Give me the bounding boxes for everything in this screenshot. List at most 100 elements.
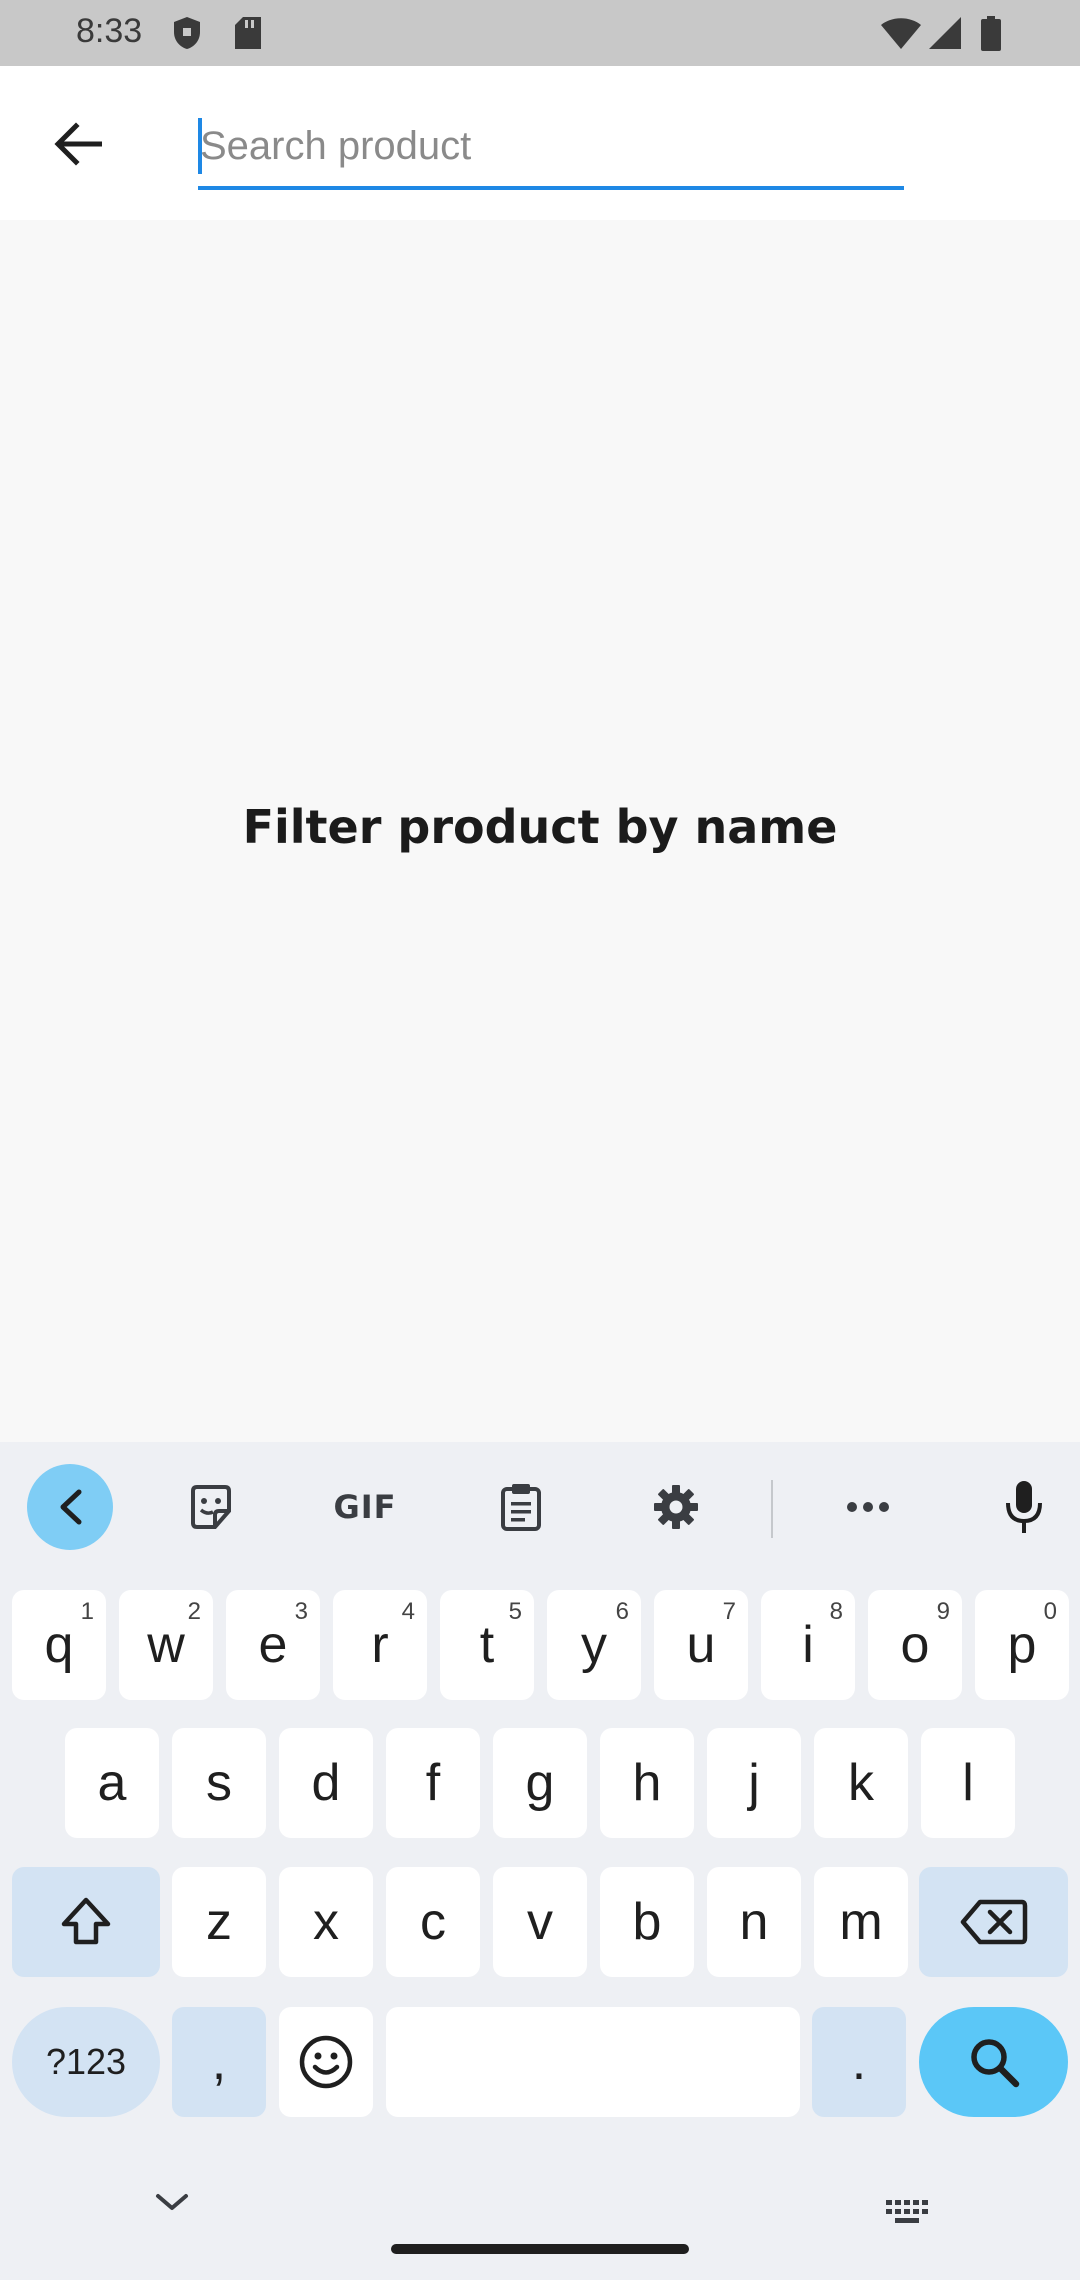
key-label: c — [420, 1893, 446, 1951]
microphone-icon — [1006, 1481, 1042, 1533]
key-label: f — [425, 1754, 441, 1812]
key-q[interactable]: q1 — [12, 1590, 106, 1700]
home-indicator[interactable] — [391, 2244, 689, 2254]
key-label: i — [802, 1616, 814, 1674]
key-label: d — [311, 1754, 341, 1812]
signal-icon — [928, 16, 962, 55]
sticker-button[interactable] — [168, 1464, 254, 1550]
key-u[interactable]: u7 — [654, 1590, 748, 1700]
key-p[interactable]: p0 — [975, 1590, 1069, 1700]
key-h[interactable]: h — [600, 1728, 694, 1838]
key-label: . — [851, 2033, 867, 2091]
key-a[interactable]: a — [65, 1728, 159, 1838]
emoji-key[interactable] — [279, 2007, 373, 2117]
key-d[interactable]: d — [279, 1728, 373, 1838]
space-key[interactable] — [386, 2007, 800, 2117]
key-g[interactable]: g — [493, 1728, 587, 1838]
key-k[interactable]: k — [814, 1728, 908, 1838]
key-label: o — [900, 1616, 930, 1674]
key-hint: 6 — [615, 1598, 629, 1625]
more-options-button[interactable] — [825, 1464, 911, 1550]
wifi-icon — [880, 16, 922, 55]
shield-icon — [172, 16, 202, 55]
voice-input-button[interactable] — [981, 1464, 1067, 1550]
search-key[interactable] — [919, 2007, 1068, 2117]
key-e[interactable]: e3 — [226, 1590, 320, 1700]
symbols-key[interactable]: ?123 — [12, 2007, 160, 2117]
key-label: w — [147, 1616, 185, 1674]
toolbar-divider — [771, 1480, 773, 1538]
key-i[interactable]: i8 — [761, 1590, 855, 1700]
battery-icon — [980, 16, 1002, 57]
key-z[interactable]: z — [172, 1867, 266, 1977]
backspace-key[interactable] — [919, 1867, 1068, 1977]
key-label: g — [525, 1754, 555, 1812]
key-label: a — [97, 1754, 127, 1812]
sticker-icon — [191, 1485, 231, 1529]
key-x[interactable]: x — [279, 1867, 373, 1977]
clipboard-button[interactable] — [478, 1464, 564, 1550]
clipboard-icon — [501, 1484, 541, 1531]
keyboard-collapse-button[interactable] — [27, 1464, 113, 1550]
search-input[interactable] — [198, 106, 904, 186]
key-m[interactable]: m — [814, 1867, 908, 1977]
sd-card-icon — [234, 16, 262, 55]
key-label: j — [748, 1754, 760, 1812]
comma-key[interactable]: , — [172, 2007, 266, 2117]
key-label: z — [206, 1893, 232, 1951]
arrow-back-icon — [54, 122, 102, 166]
key-c[interactable]: c — [386, 1867, 480, 1977]
key-label: m — [839, 1893, 883, 1951]
status-bar: 8:33 — [0, 0, 1080, 66]
keyboard-toolbar: GIF — [0, 1442, 1080, 1572]
key-label: n — [739, 1893, 769, 1951]
settings-button[interactable] — [633, 1464, 719, 1550]
period-key[interactable]: . — [812, 2007, 906, 2117]
text-cursor — [198, 118, 202, 174]
key-label: y — [581, 1616, 607, 1674]
key-label: k — [848, 1754, 874, 1812]
key-label: u — [686, 1616, 716, 1674]
gif-button[interactable]: GIF — [322, 1464, 408, 1550]
switch-keyboard-button[interactable] — [884, 2198, 930, 2231]
key-label: , — [211, 2033, 227, 2091]
gif-label: GIF — [333, 1488, 397, 1526]
key-hint: 7 — [722, 1598, 736, 1625]
key-hint: 4 — [401, 1598, 415, 1625]
key-hint: 2 — [187, 1598, 201, 1625]
back-button[interactable] — [40, 106, 116, 182]
key-j[interactable]: j — [707, 1728, 801, 1838]
key-label: ?123 — [45, 2041, 127, 2082]
key-w[interactable]: w2 — [119, 1590, 213, 1700]
more-horiz-icon — [847, 1502, 889, 1512]
shift-icon — [61, 1897, 111, 1945]
key-label: t — [479, 1616, 495, 1674]
search-icon — [970, 2039, 1019, 2088]
key-o[interactable]: o9 — [868, 1590, 962, 1700]
chevron-down-icon — [156, 2194, 188, 2210]
chevron-left-icon — [60, 1489, 82, 1525]
key-s[interactable]: s — [172, 1728, 266, 1838]
key-y[interactable]: y6 — [547, 1590, 641, 1700]
key-l[interactable]: l — [921, 1728, 1015, 1838]
key-label: l — [962, 1754, 974, 1812]
key-hint: 9 — [936, 1598, 950, 1625]
key-r[interactable]: r4 — [333, 1590, 427, 1700]
shift-key[interactable] — [12, 1867, 160, 1977]
key-hint: 8 — [829, 1598, 843, 1625]
app-bar — [0, 66, 1080, 220]
key-f[interactable]: f — [386, 1728, 480, 1838]
hide-keyboard-button[interactable] — [152, 2190, 192, 2219]
key-label: v — [527, 1893, 553, 1951]
emoji-icon — [299, 2035, 353, 2089]
key-t[interactable]: t5 — [440, 1590, 534, 1700]
backspace-icon — [960, 1899, 1027, 1945]
key-v[interactable]: v — [493, 1867, 587, 1977]
search-field[interactable] — [198, 106, 904, 190]
key-label: b — [632, 1893, 662, 1951]
key-n[interactable]: n — [707, 1867, 801, 1977]
key-b[interactable]: b — [600, 1867, 694, 1977]
key-hint: 0 — [1043, 1598, 1057, 1625]
key-hint: 3 — [294, 1598, 308, 1625]
keyboard-icon — [886, 2200, 928, 2223]
